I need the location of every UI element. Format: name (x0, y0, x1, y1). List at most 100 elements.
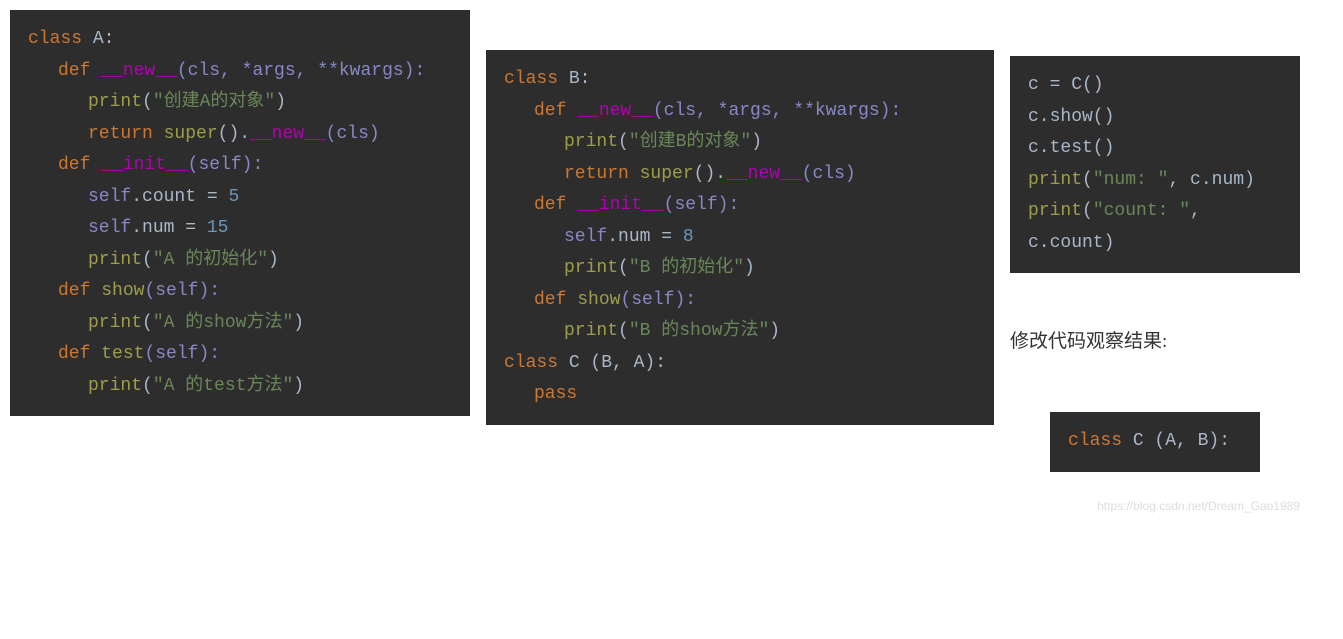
keyword: return (564, 164, 640, 184)
params: (self): (144, 281, 220, 301)
keyword: class (504, 69, 569, 89)
paren: ( (142, 313, 153, 333)
builtin-call: print (1028, 170, 1082, 190)
keyword: return (88, 124, 164, 144)
keyword: def (58, 61, 101, 81)
keyword: class (28, 29, 93, 49)
paren: ( (1082, 170, 1093, 190)
caption: 修改代码观察结果: (1010, 325, 1300, 358)
params: (cls, *args, **kwargs): (653, 101, 901, 121)
builtin-call: print (564, 132, 618, 152)
keyword: def (534, 101, 577, 121)
code-block-class-a: class A: def __new__(cls, *args, **kwarg… (10, 10, 470, 416)
code-line: c = C() (1028, 70, 1282, 102)
string: "创建A的对象" (153, 92, 275, 112)
code-line: print("num: ", c.num) (1028, 165, 1282, 197)
code-block-class-b-c: class B: def __new__(cls, *args, **kwarg… (486, 50, 994, 425)
paren: ( (142, 376, 153, 396)
method-name: test (101, 344, 144, 364)
string: "A 的show方法" (153, 313, 293, 333)
plain: (). (218, 124, 250, 144)
builtin-call: print (88, 250, 142, 270)
builtin-call: super (164, 124, 218, 144)
builtin-call: print (88, 92, 142, 112)
code-line: def __new__(cls, *args, **kwargs): (504, 96, 976, 128)
paren: ( (1082, 201, 1093, 221)
keyword: def (534, 195, 577, 215)
params: (self): (620, 290, 696, 310)
class-name: A: (93, 29, 115, 49)
builtin-call: print (88, 313, 142, 333)
params: (cls) (326, 124, 380, 144)
code-line: print("count: ", (1028, 196, 1282, 228)
code-line: print("A 的test方法") (28, 371, 452, 403)
builtin-call: print (564, 321, 618, 341)
plain: c = C() (1028, 75, 1104, 95)
class-name: B: (569, 69, 591, 89)
paren: ) (769, 321, 780, 341)
plain: c.show() (1028, 107, 1114, 127)
right-column: c = C() c.show() c.test() print("num: ",… (1010, 56, 1300, 517)
string: "创建B的对象" (629, 132, 751, 152)
paren: ( (142, 250, 153, 270)
keyword: def (534, 290, 577, 310)
self: self (88, 218, 131, 238)
builtin-call: super (640, 164, 694, 184)
string: "A 的初始化" (153, 250, 268, 270)
code-line: print("A 的show方法") (28, 308, 452, 340)
code-line: print("A 的初始化") (28, 245, 452, 277)
plain: .num = (607, 227, 683, 247)
code-line: pass (504, 379, 976, 411)
paren: ) (275, 92, 286, 112)
code-line: def __init__(self): (28, 150, 452, 182)
dunder-method: __init__ (577, 195, 663, 215)
self: self (88, 187, 131, 207)
code-line: print("创建B的对象") (504, 127, 976, 159)
code-line: def __init__(self): (504, 190, 976, 222)
string: "B 的show方法" (629, 321, 769, 341)
paren: ( (618, 132, 629, 152)
plain: .num = (131, 218, 207, 238)
code-line: self.count = 5 (28, 182, 452, 214)
params: (self): (664, 195, 740, 215)
params: (cls) (802, 164, 856, 184)
dunder-method: __init__ (101, 155, 187, 175)
string: "count: " (1093, 201, 1190, 221)
number: 15 (207, 218, 229, 238)
keyword: def (58, 155, 101, 175)
paren: ) (293, 313, 304, 333)
code-line: def test(self): (28, 339, 452, 371)
class-name: C (B, A): (569, 353, 666, 373)
code-block-usage: c = C() c.show() c.test() print("num: ",… (1010, 56, 1300, 273)
code-line: def show(self): (504, 285, 976, 317)
paren: ) (751, 132, 762, 152)
paren: ( (618, 258, 629, 278)
number: 5 (228, 187, 239, 207)
params: (self): (144, 344, 220, 364)
plain: c.count) (1028, 233, 1114, 253)
code-line: print("创建A的对象") (28, 87, 452, 119)
string: "A 的test方法" (153, 376, 293, 396)
code-line: return super().__new__(cls) (504, 159, 976, 191)
plain: c.test() (1028, 138, 1114, 158)
code-block-modified: class C (A, B): (1050, 412, 1260, 472)
paren: ) (268, 250, 279, 270)
plain: , (1190, 201, 1212, 221)
number: 8 (683, 227, 694, 247)
dunder-method: __new__ (250, 124, 326, 144)
params: (self): (188, 155, 264, 175)
builtin-call: print (564, 258, 618, 278)
self: self (564, 227, 607, 247)
plain: , c.num) (1168, 170, 1254, 190)
plain: (). (694, 164, 726, 184)
paren: ( (142, 92, 153, 112)
builtin-call: print (1028, 201, 1082, 221)
code-line: self.num = 15 (28, 213, 452, 245)
code-line: class C (A, B): (1068, 426, 1242, 458)
code-line: return super().__new__(cls) (28, 119, 452, 151)
plain: .count = (131, 187, 228, 207)
code-line: c.show() (1028, 102, 1282, 134)
string: "num: " (1093, 170, 1169, 190)
dunder-method: __new__ (101, 61, 177, 81)
paren: ) (744, 258, 755, 278)
